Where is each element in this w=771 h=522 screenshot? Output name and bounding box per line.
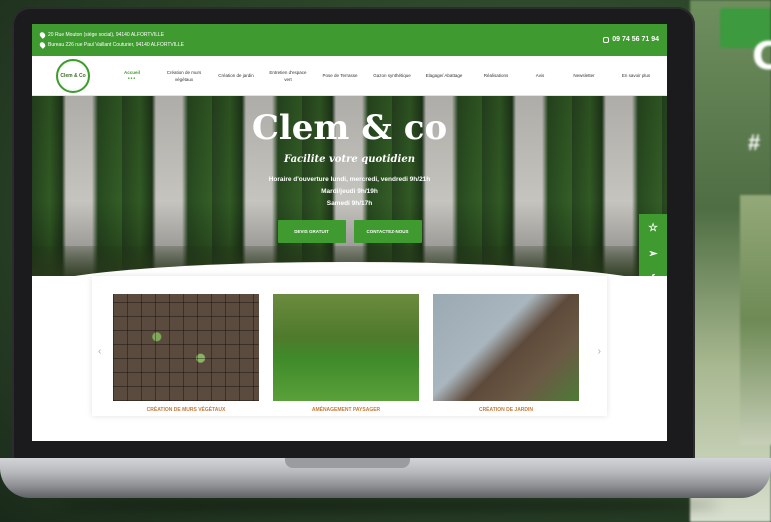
service-label: AMÉNAGEMENT PAYSAGER <box>311 407 381 413</box>
hours-line-3: Samedi 9h/17h <box>326 200 373 207</box>
services-section: ‹ CRÉATION DE MURS VÉGÉTAUX AMÉNAGEMENT … <box>32 262 667 441</box>
hero-subtitle: Facilite votre quotidien <box>284 154 415 165</box>
nav-item-creation-jardin[interactable]: Création de jardin <box>216 72 256 79</box>
site-logo[interactable]: Clem & Co <box>56 58 90 93</box>
address-line-1: 20 Rue Mouton (siège social), 94140 ALFO… <box>38 31 165 39</box>
location-icon <box>38 41 47 49</box>
address-1-text: 20 Rue Mouton (siège social), 94140 ALFO… <box>48 32 165 38</box>
background-blurred-image <box>740 195 771 445</box>
laptop-shadow <box>60 498 720 512</box>
main-nav: Clem & Co Accueil ••• Création de murs v… <box>32 56 667 96</box>
laptop-notch <box>285 458 410 468</box>
top-info-bar: 20 Rue Mouton (siège social), 94140 ALFO… <box>32 24 667 56</box>
phone-number: 09 74 56 71 94 <box>612 36 659 43</box>
background-hash: # <box>748 130 761 155</box>
services-carousel: ‹ CRÉATION DE MURS VÉGÉTAUX AMÉNAGEMENT … <box>92 276 607 416</box>
service-card[interactable]: CRÉATION DE MURS VÉGÉTAUX <box>113 294 259 413</box>
nav-item-gazon[interactable]: Gazon synthétique <box>372 72 412 79</box>
carousel-prev-icon[interactable]: ‹ <box>98 346 101 357</box>
service-card[interactable]: CRÉATION DE JARDIN <box>433 294 579 413</box>
service-card[interactable]: AMÉNAGEMENT PAYSAGER <box>273 294 419 413</box>
nav-item-elagage[interactable]: Elagage/ Abattage <box>424 72 464 79</box>
hero-buttons: DEVIS GRATUIT CONTACTEZ-NOUS <box>32 220 667 243</box>
nav-item-accueil[interactable]: Accueil ••• <box>112 69 152 83</box>
phone-icon <box>603 36 610 43</box>
service-label: CRÉATION DE JARDIN <box>478 407 534 413</box>
send-icon[interactable]: ➢ <box>639 240 667 266</box>
service-label: CRÉATION DE MURS VÉGÉTAUX <box>146 407 226 413</box>
service-image <box>433 294 579 401</box>
star-icon[interactable]: ☆ <box>639 214 667 240</box>
active-indicator: ••• <box>127 75 137 82</box>
nav-item-en-savoir-plus[interactable]: En savoir plus <box>616 72 656 79</box>
contactez-nous-button[interactable]: CONTACTEZ-NOUS <box>353 220 422 243</box>
nav-item-newsletter[interactable]: Newsletter <box>564 72 604 79</box>
hero-title: Clem & co <box>251 108 448 148</box>
phone-link[interactable]: 09 74 56 71 94 <box>603 36 659 43</box>
background-letter: C <box>752 34 771 78</box>
opening-hours: Horaire d'ouverture lundi, mercredi, ven… <box>32 174 667 210</box>
nav-item-avis[interactable]: Avis <box>528 72 552 79</box>
nav-item-label: Accueil <box>123 69 140 75</box>
nav-item-entretien[interactable]: Entretien d'espace vert <box>268 69 308 83</box>
nav-item-terrasse[interactable]: Pose de Terrasse <box>320 72 360 79</box>
service-image <box>113 294 259 401</box>
hours-line-2: Mardi/jeudi 9h/19h <box>321 188 378 195</box>
nav-item-murs-vegetaux[interactable]: Création de murs végétaux <box>164 69 204 83</box>
devis-gratuit-button[interactable]: DEVIS GRATUIT <box>277 220 346 243</box>
carousel-next-icon[interactable]: › <box>598 346 601 357</box>
service-image <box>273 294 419 401</box>
address-2-text: Bureau 226 rue Paul Vaillant Couturier, … <box>48 42 185 48</box>
background-panel: C # <box>690 0 771 522</box>
hours-line-1: Horaire d'ouverture lundi, mercredi, ven… <box>268 176 431 183</box>
laptop-screen: 20 Rue Mouton (siège social), 94140 ALFO… <box>32 24 667 441</box>
address-line-2: Bureau 226 rue Paul Vaillant Couturier, … <box>38 41 185 49</box>
location-icon <box>38 31 47 39</box>
nav-item-realisations[interactable]: Réalisations <box>476 72 516 79</box>
